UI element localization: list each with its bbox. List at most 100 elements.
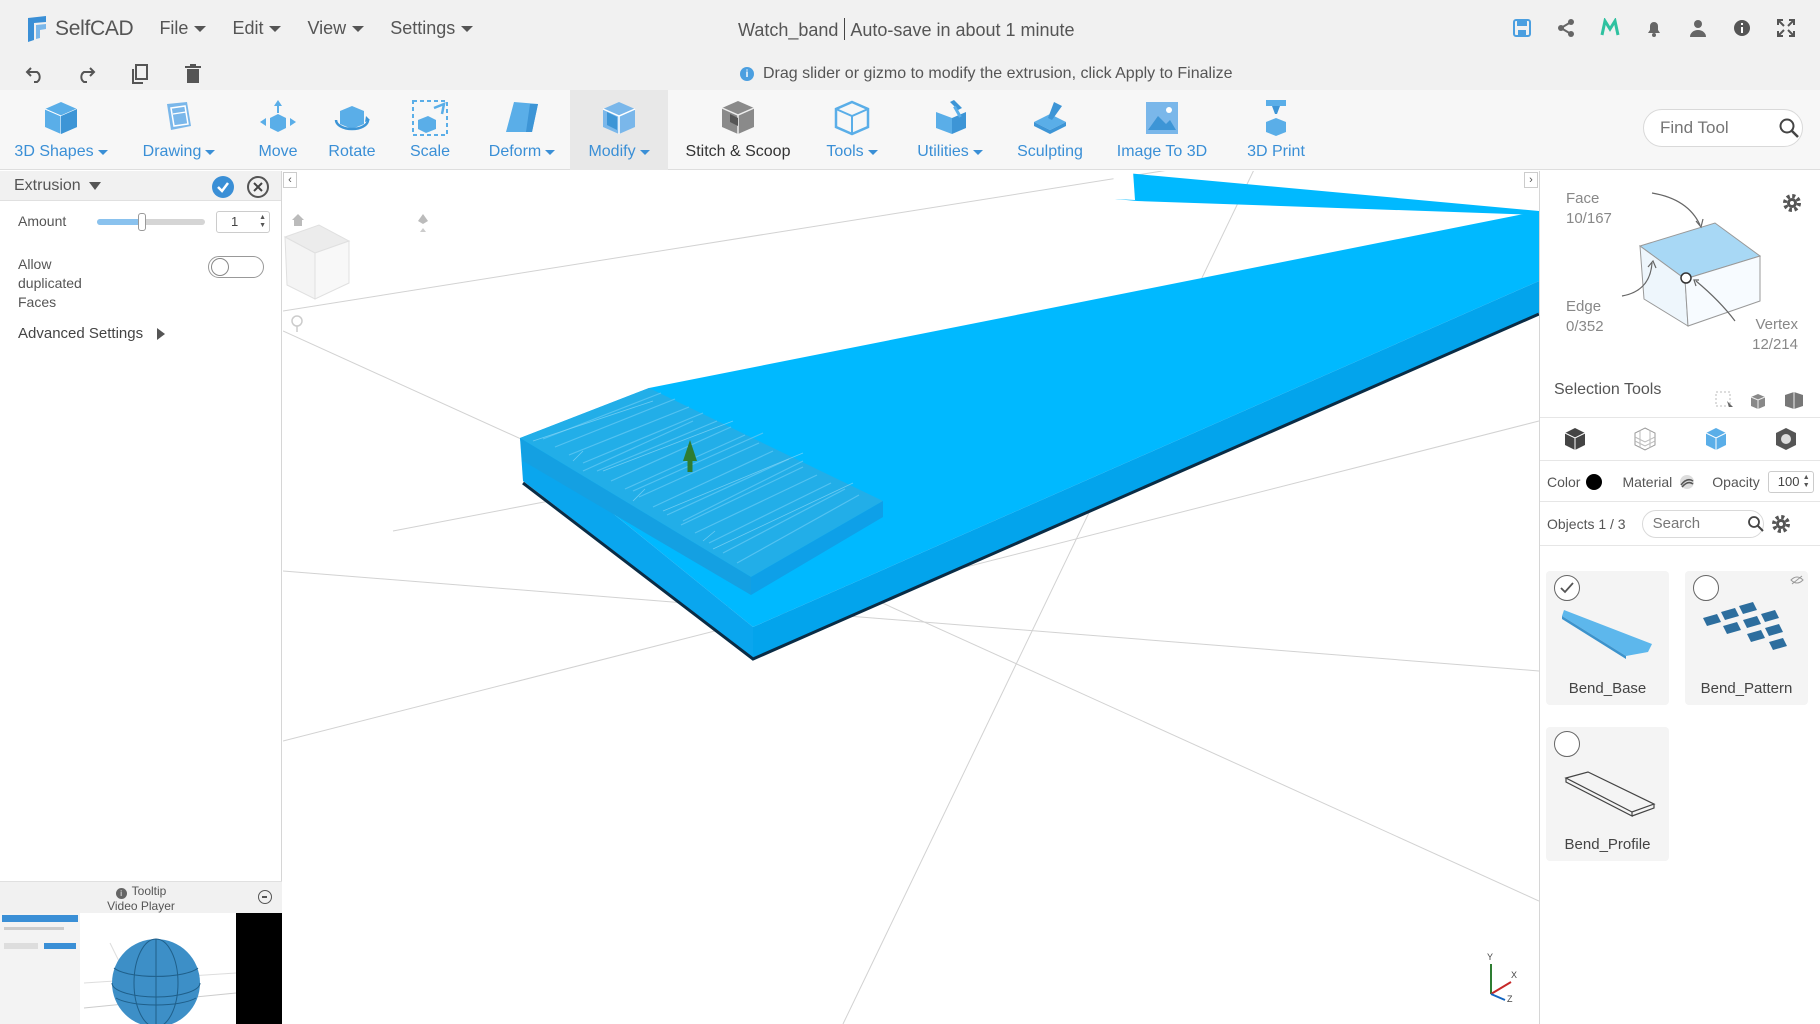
undo-icon[interactable] [23, 62, 47, 86]
navigation-gizmo-icon[interactable] [416, 212, 430, 236]
select-cubes-icon[interactable] [1748, 389, 1770, 411]
tool-scale[interactable]: Scale [402, 90, 458, 170]
selection-mode-row [1540, 417, 1820, 461]
extrusion-panel: Extrusion Amount 1 ▲ ▼ Allow duplicated F… [0, 171, 282, 1024]
cancel-button[interactable] [247, 176, 269, 198]
tool-sculpting[interactable]: Sculpting [1010, 90, 1090, 170]
face-mode-icon[interactable] [1703, 426, 1729, 452]
video-frame [0, 913, 282, 1024]
find-tool-search[interactable] [1643, 109, 1803, 147]
selfcad-logo[interactable]: SelfCAD [24, 14, 134, 44]
tool-deform[interactable]: Deform [484, 90, 560, 170]
allow-duplicated-faces-toggle[interactable] [208, 256, 264, 278]
slider-fill [97, 219, 143, 225]
object-mode-icon[interactable] [1562, 426, 1588, 452]
collapse-right-panel-button[interactable]: › [1524, 172, 1538, 188]
gear-icon[interactable] [1770, 513, 1792, 535]
hidden-eye-icon[interactable] [1790, 575, 1804, 585]
tool-label-text: Move [258, 143, 298, 160]
tool-label-text: 3D Print [1247, 143, 1305, 160]
tool-modify[interactable]: Modify [570, 90, 668, 170]
menu-edit[interactable]: Edit [232, 18, 282, 39]
objects-search-input[interactable]: Search [1641, 509, 1765, 538]
amount-slider[interactable] [97, 213, 205, 231]
tool-tools[interactable]: Tools [819, 90, 885, 170]
tool-image-to-3d[interactable]: Image To 3D [1112, 90, 1212, 170]
user-icon[interactable] [1684, 14, 1712, 42]
tool-rotate[interactable]: Rotate [320, 90, 384, 170]
view-cube[interactable] [283, 224, 351, 300]
search-icon[interactable] [1747, 515, 1765, 533]
tutorial-video-player[interactable] [0, 913, 282, 1024]
3d-viewport[interactable] [283, 171, 1539, 1024]
search-icon[interactable] [1778, 117, 1800, 139]
edge-label: Edge [1566, 298, 1602, 315]
info-icon[interactable] [1728, 14, 1756, 42]
object-card[interactable]: Bend_Base [1546, 571, 1669, 705]
object-name: Bend_Pattern [1700, 680, 1793, 697]
bell-icon[interactable] [1640, 14, 1668, 42]
chevron-down-icon[interactable] [88, 181, 101, 190]
stepper-arrows[interactable]: ▲ ▼ [1803, 474, 1810, 490]
select-cursor-icon[interactable] [1713, 389, 1735, 411]
watch-band-model[interactable] [520, 171, 1539, 661]
delete-icon[interactable] [181, 62, 205, 86]
tool-label-text: Modify [588, 143, 636, 160]
tool-label-text: Rotate [328, 143, 376, 160]
object-card[interactable]: Bend_Profile [1546, 727, 1669, 861]
info-icon: i [740, 67, 754, 81]
collapse-left-panel-button[interactable]: ‹ [283, 172, 297, 188]
minimize-icon[interactable] [258, 890, 272, 904]
save-icon[interactable] [1508, 14, 1536, 42]
tool-scale-label: Scale [410, 143, 450, 161]
document-name[interactable]: Watch_band [738, 20, 838, 40]
tool-utilities[interactable]: Utilities [910, 90, 990, 170]
menu-view[interactable]: View [307, 18, 365, 39]
material-icon[interactable] [1678, 473, 1696, 491]
tool-label-text: Stitch & Scoop [685, 143, 791, 160]
advanced-settings-toggle[interactable]: Advanced Settings [18, 325, 166, 342]
tool-3d-shapes[interactable]: 3D Shapes [14, 90, 108, 170]
stepper-arrows[interactable]: ▲ ▼ [259, 214, 266, 230]
fullscreen-icon[interactable] [1772, 14, 1800, 42]
slider-handle[interactable] [138, 213, 147, 231]
object-card[interactable]: Bend_Pattern [1685, 571, 1808, 705]
redo-icon[interactable] [74, 62, 98, 86]
copy-icon[interactable] [128, 62, 152, 86]
tool-3d-print[interactable]: 3D Print [1236, 90, 1316, 170]
edge-count[interactable]: Edge 0/352 [1566, 297, 1604, 337]
amount-input[interactable]: 1 ▲ ▼ [216, 211, 270, 233]
object-name: Bend_Base [1568, 680, 1647, 697]
chevron-down-icon [461, 25, 474, 32]
mesh-mode-icon[interactable] [1632, 426, 1658, 452]
tool-label-text: Utilities [917, 143, 969, 160]
tool-stitch-scoop[interactable]: Stitch & Scoop [680, 90, 796, 170]
apply-button[interactable] [212, 176, 234, 198]
chevron-down-icon [269, 25, 282, 32]
share-icon[interactable] [1552, 14, 1580, 42]
panel-title[interactable]: Extrusion [14, 177, 81, 195]
allow-label-line: Allow [18, 256, 52, 272]
cube-icon [44, 102, 78, 134]
menu-settings[interactable]: Settings [390, 18, 474, 39]
autosave-status: Auto-save in about 1 minute [850, 20, 1075, 40]
home-view-icon[interactable] [290, 212, 306, 228]
scene-canvas[interactable] [283, 171, 1539, 1024]
advanced-settings-label: Advanced Settings [18, 325, 144, 342]
menu-file[interactable]: File [159, 18, 207, 39]
tool-move[interactable]: Move [248, 90, 308, 170]
opacity-input[interactable]: 100 ▲ ▼ [1767, 470, 1814, 493]
color-swatch[interactable] [1586, 473, 1603, 490]
tool-drawing[interactable]: Drawing [139, 90, 219, 170]
brand-name: SelfCAD [55, 16, 134, 40]
allow-label-line: duplicated [18, 275, 82, 291]
light-icon[interactable] [290, 314, 304, 334]
gear-icon[interactable] [1781, 192, 1803, 214]
solid-mode-icon[interactable] [1773, 426, 1799, 452]
selection-cube-illustration[interactable] [1600, 191, 1780, 341]
amount-value: 1 [231, 214, 239, 229]
find-tool-input[interactable] [1660, 118, 1770, 138]
m-logo-icon[interactable] [1596, 14, 1624, 42]
select-faces-icon[interactable] [1783, 389, 1805, 411]
selfcad-logo-icon [28, 15, 46, 42]
